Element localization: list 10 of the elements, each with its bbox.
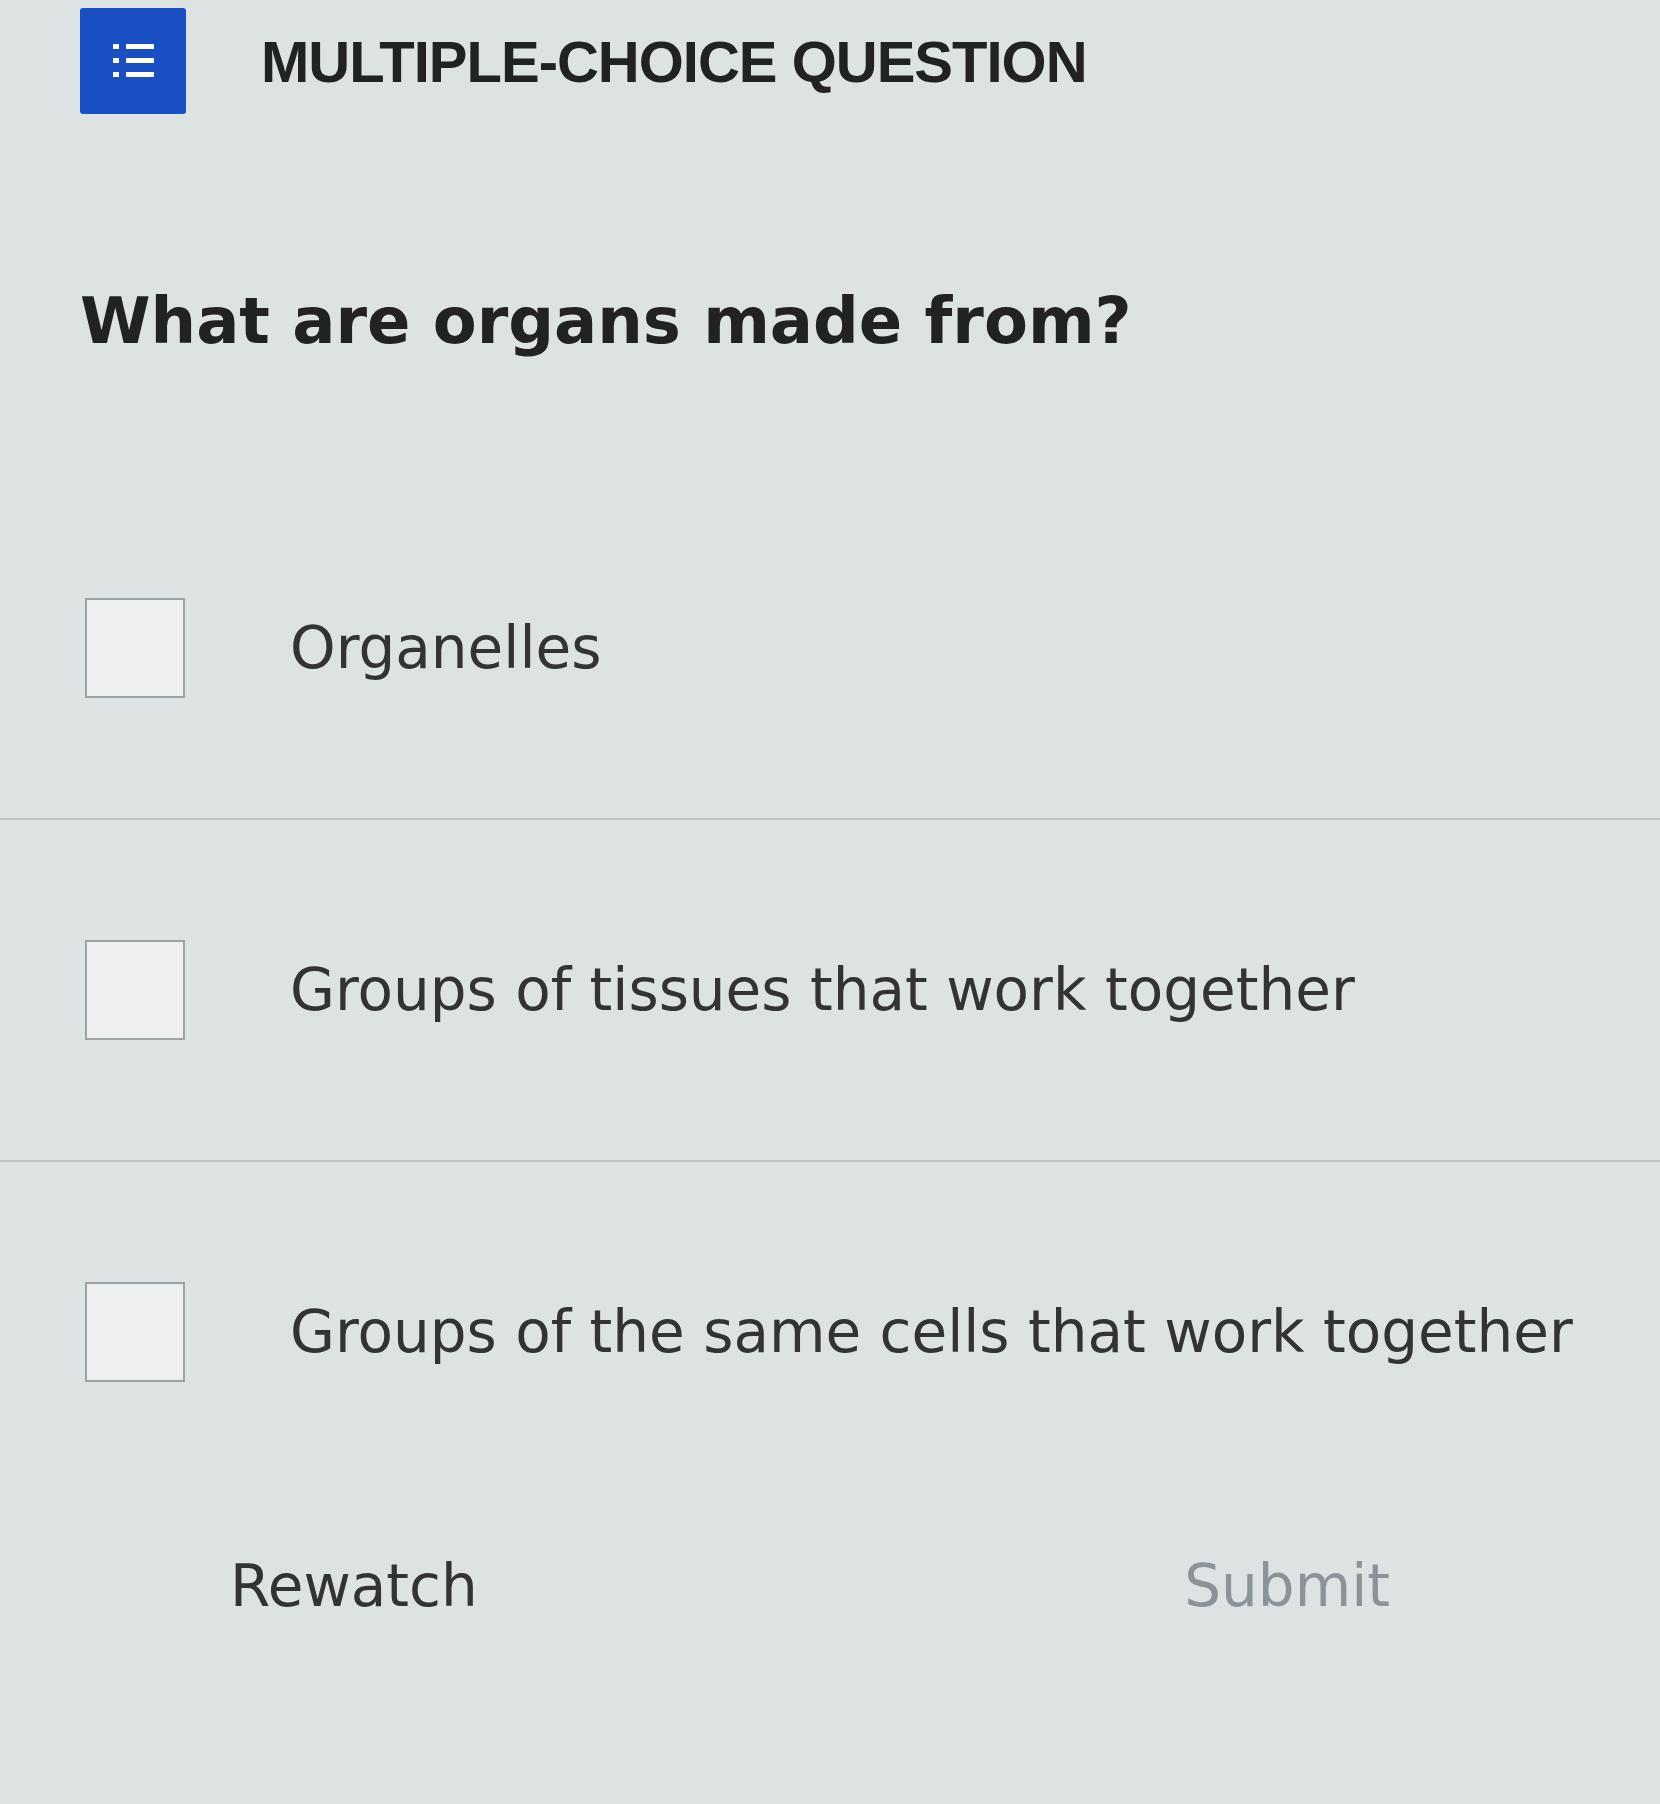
checkbox[interactable] — [85, 598, 185, 698]
checkbox[interactable] — [85, 1282, 185, 1382]
checkbox[interactable] — [85, 940, 185, 1040]
question-text: What are organs made from? — [79, 283, 1133, 358]
option-label[interactable]: Groups of tissues that work together — [290, 956, 1355, 1024]
section-title: MULTIPLE-CHOICE QUESTION — [261, 27, 1087, 95]
option-label[interactable]: Groups of the same cells that work together — [290, 1298, 1573, 1366]
option-label[interactable]: Organelles — [290, 614, 602, 682]
list-icon — [80, 8, 186, 114]
rewatch-button[interactable]: Rewatch — [220, 1542, 488, 1630]
